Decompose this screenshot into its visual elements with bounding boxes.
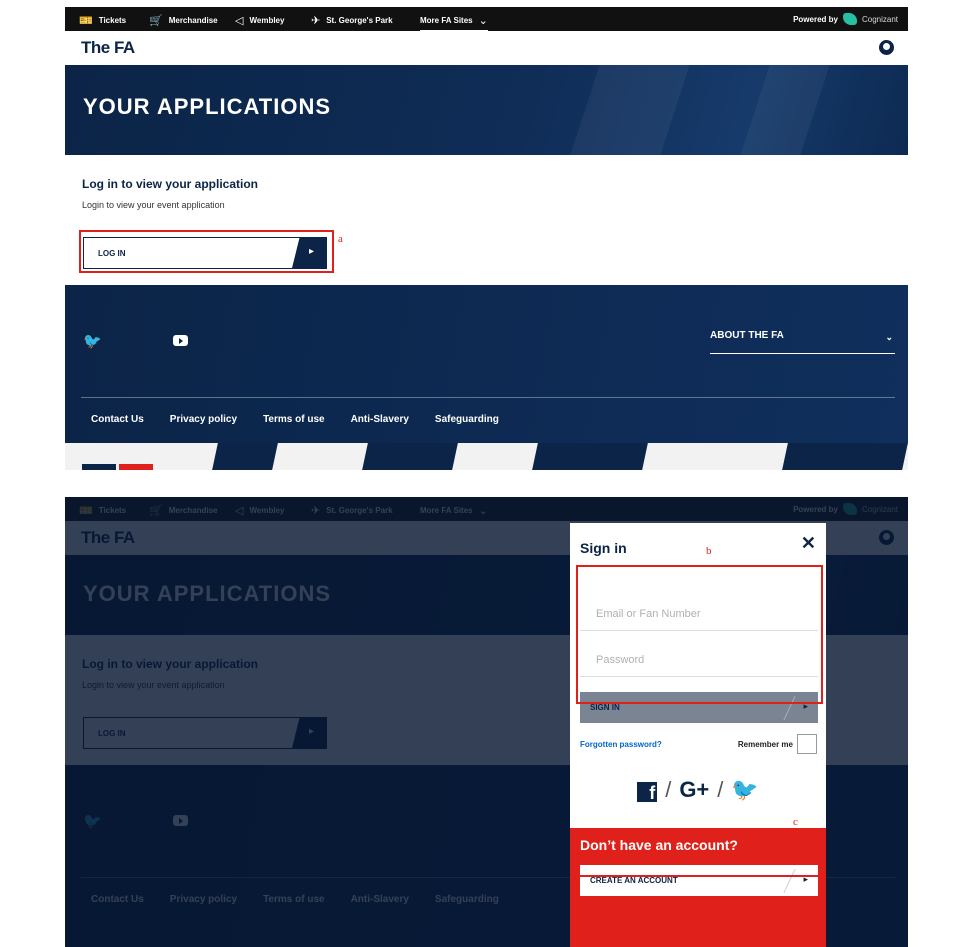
decorative-block: [212, 443, 278, 470]
social-login-row: f / G+ / 🐦: [570, 777, 826, 803]
footer-link-anti-slavery[interactable]: Anti-Slavery: [351, 414, 409, 425]
partner-logo-icon: [119, 464, 153, 470]
youtube-icon[interactable]: [173, 335, 188, 346]
brand-bar: The FA: [65, 31, 908, 65]
footer-link-safeguarding[interactable]: Safeguarding: [435, 414, 499, 425]
annotation-label-c: c: [793, 816, 798, 828]
remember-me-checkbox[interactable]: [797, 734, 817, 754]
twitter-icon[interactable]: 🐦: [83, 332, 102, 350]
top-nav-bar: 🎫Tickets 🛒Merchandise ◁Wembley ✈St. Geor…: [65, 7, 908, 32]
footer-link-contact-us[interactable]: Contact Us: [91, 414, 144, 425]
twitter-icon[interactable]: 🐦: [731, 777, 758, 802]
hero-banner: YOUR APPLICATIONS: [65, 65, 908, 155]
footer-link-privacy-policy[interactable]: Privacy policy: [170, 414, 237, 425]
decorative-block: [782, 443, 908, 470]
nav-wembley[interactable]: ◁Wembley: [235, 14, 284, 27]
footer-bottom-strip: [65, 443, 908, 470]
decorative-block: [362, 443, 458, 470]
chevron-down-icon: ⌄: [885, 332, 893, 342]
fa-crest-icon: [82, 464, 116, 470]
footer-link-terms-of-use[interactable]: Terms of use: [263, 414, 325, 425]
forgotten-password-link[interactable]: Forgotten password?: [580, 740, 662, 749]
the-fa-logo[interactable]: The FA: [81, 38, 135, 58]
modal-title: Sign in: [580, 540, 627, 556]
footer-links: Contact Us Privacy policy Terms of use A…: [91, 414, 499, 425]
cognizant-logo-icon: [842, 13, 857, 25]
hero-stripe: [740, 65, 830, 155]
nav-merchandise[interactable]: 🛒Merchandise: [149, 14, 218, 27]
close-icon[interactable]: ✕: [801, 533, 816, 554]
nav-tickets[interactable]: 🎫Tickets: [79, 14, 126, 27]
stadium-icon: ◁: [235, 15, 244, 27]
annotation-label-a: a: [338, 233, 343, 245]
cart-icon: 🛒: [149, 15, 163, 27]
about-the-fa-dropdown[interactable]: ABOUT THE FA ⌄: [710, 330, 895, 354]
hero-stripe: [570, 65, 690, 155]
ticket-icon: 🎫: [79, 15, 93, 27]
nav-more-fa-sites[interactable]: More FA Sites⌄: [420, 14, 488, 32]
page-title: YOUR APPLICATIONS: [83, 94, 332, 119]
nav-st-georges-park[interactable]: ✈St. George's Park: [311, 14, 393, 27]
annotation-box-b: [576, 565, 823, 704]
annotation-box-a: [79, 230, 334, 273]
annotation-label-b: b: [706, 545, 712, 557]
powered-by: Powered byCognizant: [793, 13, 898, 25]
annotation-box-c: [574, 833, 825, 877]
login-heading: Log in to view your application: [82, 177, 259, 191]
footer-divider: [81, 397, 895, 398]
login-subtext: Login to view your event application: [82, 200, 225, 210]
footer: 🐦 ABOUT THE FA ⌄ Contact Us Privacy polic…: [65, 285, 908, 443]
remember-me-label: Remember me: [737, 740, 793, 749]
decorative-block: [532, 443, 648, 470]
chevron-down-icon: ⌄: [478, 15, 488, 27]
plane-icon: ✈: [311, 15, 321, 27]
google-plus-icon[interactable]: G+: [679, 777, 709, 802]
user-account-icon[interactable]: [879, 40, 894, 55]
facebook-icon[interactable]: f: [637, 782, 658, 803]
